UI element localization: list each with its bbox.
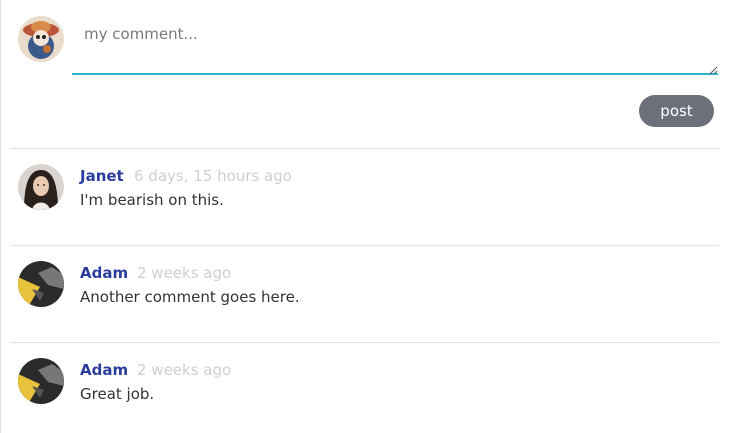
divider [10,245,719,246]
comment-input[interactable] [72,17,718,75]
comment-text: Another comment goes here. [80,288,300,306]
divider [10,342,719,343]
left-border [0,0,1,433]
comment-timestamp: 2 weeks ago [137,264,232,282]
comment-avatar [18,164,64,210]
comment-author[interactable]: Janet [80,167,124,185]
resize-handle-icon[interactable] [709,66,718,75]
divider [10,148,719,149]
comment-text: Great job. [80,385,155,403]
comment-timestamp: 2 weeks ago [137,361,232,379]
comment-text: I'm bearish on this. [80,191,224,209]
comment-author[interactable]: Adam [80,361,128,379]
comment-author[interactable]: Adam [80,264,128,282]
post-button[interactable]: post [639,95,714,127]
comment-avatar [18,261,64,307]
comment-avatar [18,358,64,404]
comment-timestamp: 6 days, 15 hours ago [134,167,292,185]
current-user-avatar [18,16,64,62]
